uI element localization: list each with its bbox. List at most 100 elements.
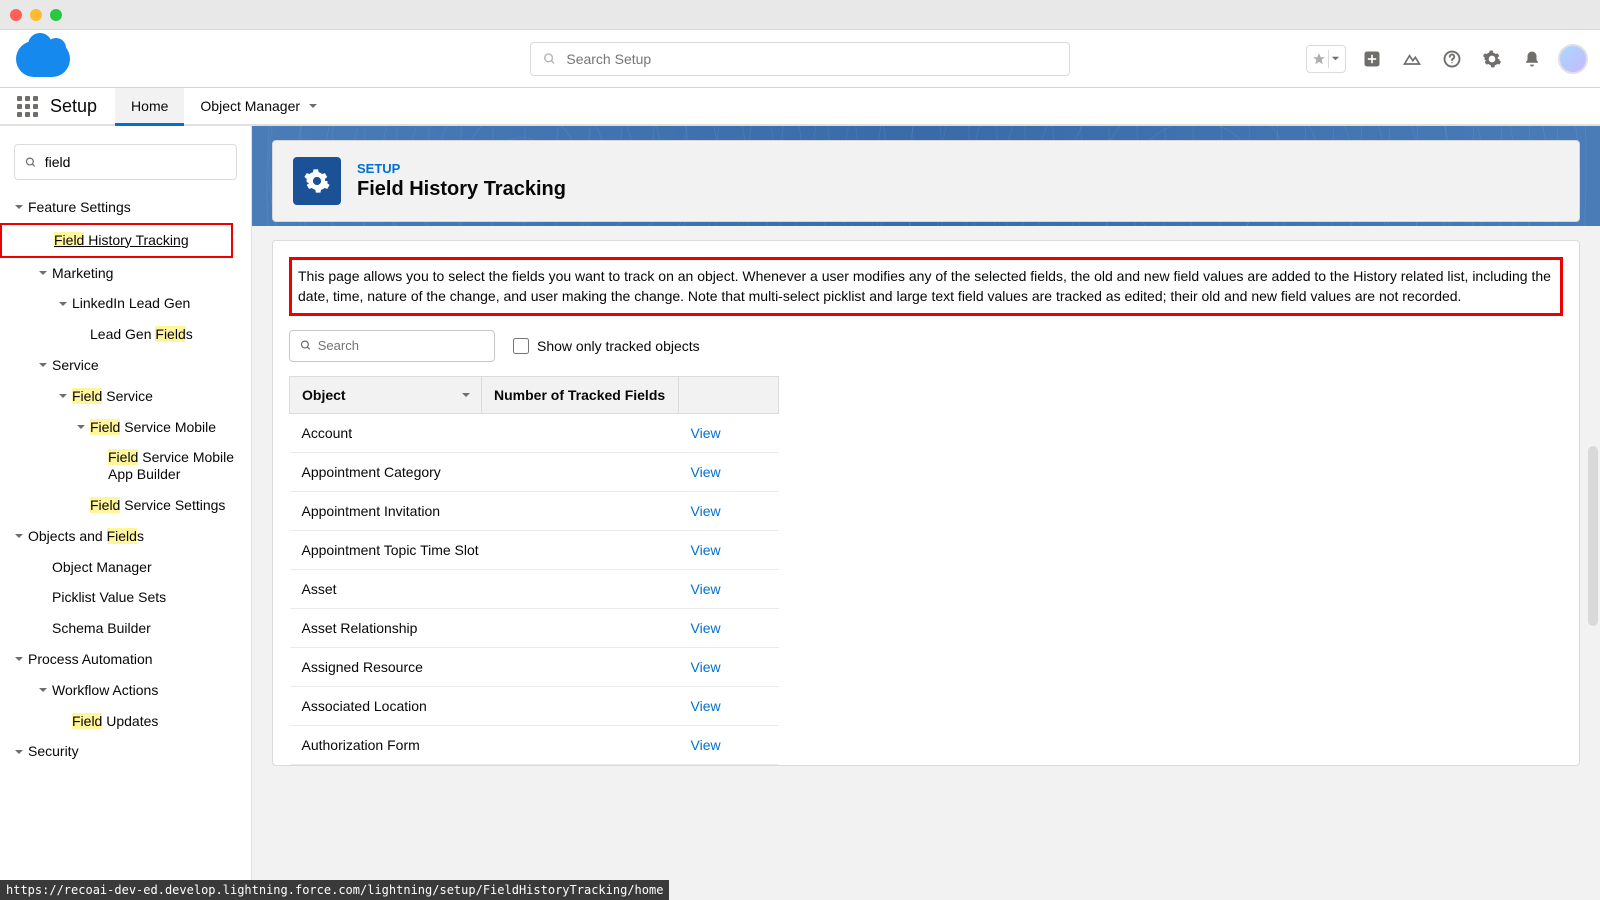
object-name-cell: Appointment Invitation: [290, 491, 679, 530]
col-tracked[interactable]: Number of Tracked Fields: [482, 376, 679, 413]
object-name-cell: Assigned Resource: [290, 647, 679, 686]
tree-item-label: Service: [52, 357, 245, 374]
help-button[interactable]: [1438, 45, 1466, 73]
view-link[interactable]: View: [691, 659, 721, 675]
chevron-down-icon[interactable]: [34, 268, 52, 278]
table-row: Appointment CategoryView: [290, 452, 779, 491]
table-row: Asset View: [290, 569, 779, 608]
tree-item[interactable]: Lead Gen Fields: [0, 319, 251, 350]
tree-item[interactable]: Service: [0, 350, 251, 381]
tree-item[interactable]: Field History Tracking: [0, 223, 233, 258]
page-description: This page allows you to select the field…: [289, 257, 1563, 316]
tree-item-label: LinkedIn Lead Gen: [72, 295, 245, 312]
object-search-input[interactable]: [318, 338, 484, 353]
setup-gear-button[interactable]: [1478, 45, 1506, 73]
tree-item[interactable]: Picklist Value Sets: [0, 582, 251, 613]
sort-icon[interactable]: [461, 387, 471, 403]
col-object[interactable]: Object: [290, 376, 482, 413]
chevron-down-icon[interactable]: [34, 360, 52, 370]
object-name-cell: Associated Location: [290, 686, 679, 725]
tree-item[interactable]: Security: [0, 736, 251, 767]
view-cell: View: [679, 608, 779, 647]
plus-icon: [1362, 49, 1382, 69]
trailhead-icon: [1402, 49, 1422, 69]
view-cell: View: [679, 686, 779, 725]
view-link[interactable]: View: [691, 464, 721, 480]
bell-icon: [1523, 50, 1541, 68]
waffle-icon: [17, 96, 38, 117]
chevron-down-icon[interactable]: [34, 685, 52, 695]
show-tracked-checkbox-input[interactable]: [513, 338, 529, 354]
tab-object-manager[interactable]: Object Manager: [184, 88, 334, 124]
tree-item-label: Feature Settings: [28, 199, 245, 216]
chevron-down-icon[interactable]: [10, 654, 28, 664]
tree-item[interactable]: Feature Settings: [0, 192, 251, 223]
tree-item-label: Field Service: [72, 388, 245, 405]
chevron-down-icon[interactable]: [10, 202, 28, 212]
tree-item[interactable]: Field Service: [0, 381, 251, 412]
salesforce-logo[interactable]: [16, 41, 70, 77]
tree-item[interactable]: Field Updates: [0, 706, 251, 737]
tree-item[interactable]: Field Service Settings: [0, 490, 251, 521]
object-name-cell: Asset Relationship: [290, 608, 679, 647]
tree-item[interactable]: Objects and Fields: [0, 521, 251, 552]
chevron-down-icon[interactable]: [54, 391, 72, 401]
object-search[interactable]: [289, 330, 495, 362]
mac-max-dot[interactable]: [50, 9, 62, 21]
tab-home[interactable]: Home: [115, 88, 184, 124]
tree-item[interactable]: Object Manager: [0, 552, 251, 583]
tree-item[interactable]: Process Automation: [0, 644, 251, 675]
mac-min-dot[interactable]: [30, 9, 42, 21]
view-link[interactable]: View: [691, 620, 721, 636]
view-link[interactable]: View: [691, 737, 721, 753]
view-link[interactable]: View: [691, 503, 721, 519]
user-avatar[interactable]: [1558, 44, 1588, 74]
col-object-label: Object: [302, 387, 346, 403]
object-name-cell: Asset: [290, 569, 679, 608]
table-row: Appointment Topic Time SlotView: [290, 530, 779, 569]
objects-table: Object Number of Tracked Fields AccountV…: [289, 376, 779, 765]
chevron-down-icon[interactable]: [54, 299, 72, 309]
scrollbar[interactable]: [1588, 446, 1598, 626]
gear-icon: [1482, 49, 1502, 69]
tree-item-label: Workflow Actions: [52, 682, 245, 699]
favorites-button[interactable]: [1306, 45, 1346, 73]
global-create-button[interactable]: [1358, 45, 1386, 73]
star-icon: [1312, 52, 1326, 66]
page-header-icon: [293, 157, 341, 205]
quick-find-input[interactable]: [45, 154, 226, 170]
notifications-button[interactable]: [1518, 45, 1546, 73]
view-link[interactable]: View: [691, 542, 721, 558]
app-launcher[interactable]: [10, 88, 44, 124]
mac-close-dot[interactable]: [10, 9, 22, 21]
view-link[interactable]: View: [691, 581, 721, 597]
view-link[interactable]: View: [691, 698, 721, 714]
salesforce-help-button[interactable]: [1398, 45, 1426, 73]
chevron-down-icon[interactable]: [72, 422, 90, 432]
tree-item-label: Field Service Mobile: [90, 419, 245, 436]
tree-item[interactable]: Field Service Mobile App Builder: [0, 442, 251, 490]
show-tracked-checkbox[interactable]: Show only tracked objects: [513, 338, 700, 354]
tab-home-label: Home: [131, 98, 168, 114]
global-search-input[interactable]: [566, 51, 1057, 67]
view-cell: View: [679, 530, 779, 569]
tree-item-label: Security: [28, 743, 245, 760]
tree-item-label: Marketing: [52, 265, 245, 282]
tree-item[interactable]: Field Service Mobile: [0, 412, 251, 443]
quick-find[interactable]: [14, 144, 237, 180]
tree-item-label: Object Manager: [52, 559, 245, 576]
chevron-down-icon[interactable]: [10, 747, 28, 757]
tree-item[interactable]: Schema Builder: [0, 613, 251, 644]
chevron-down-icon[interactable]: [10, 531, 28, 541]
tree-item[interactable]: Marketing: [0, 258, 251, 289]
col-action: [679, 376, 779, 413]
content-card: This page allows you to select the field…: [272, 240, 1580, 766]
view-link[interactable]: View: [691, 425, 721, 441]
table-row: Authorization FormView: [290, 725, 779, 764]
table-row: Asset Relationship View: [290, 608, 779, 647]
global-search[interactable]: [530, 42, 1070, 76]
tree-item-label: Schema Builder: [52, 620, 245, 637]
view-cell: View: [679, 413, 779, 452]
tree-item[interactable]: LinkedIn Lead Gen: [0, 288, 251, 319]
tree-item[interactable]: Workflow Actions: [0, 675, 251, 706]
